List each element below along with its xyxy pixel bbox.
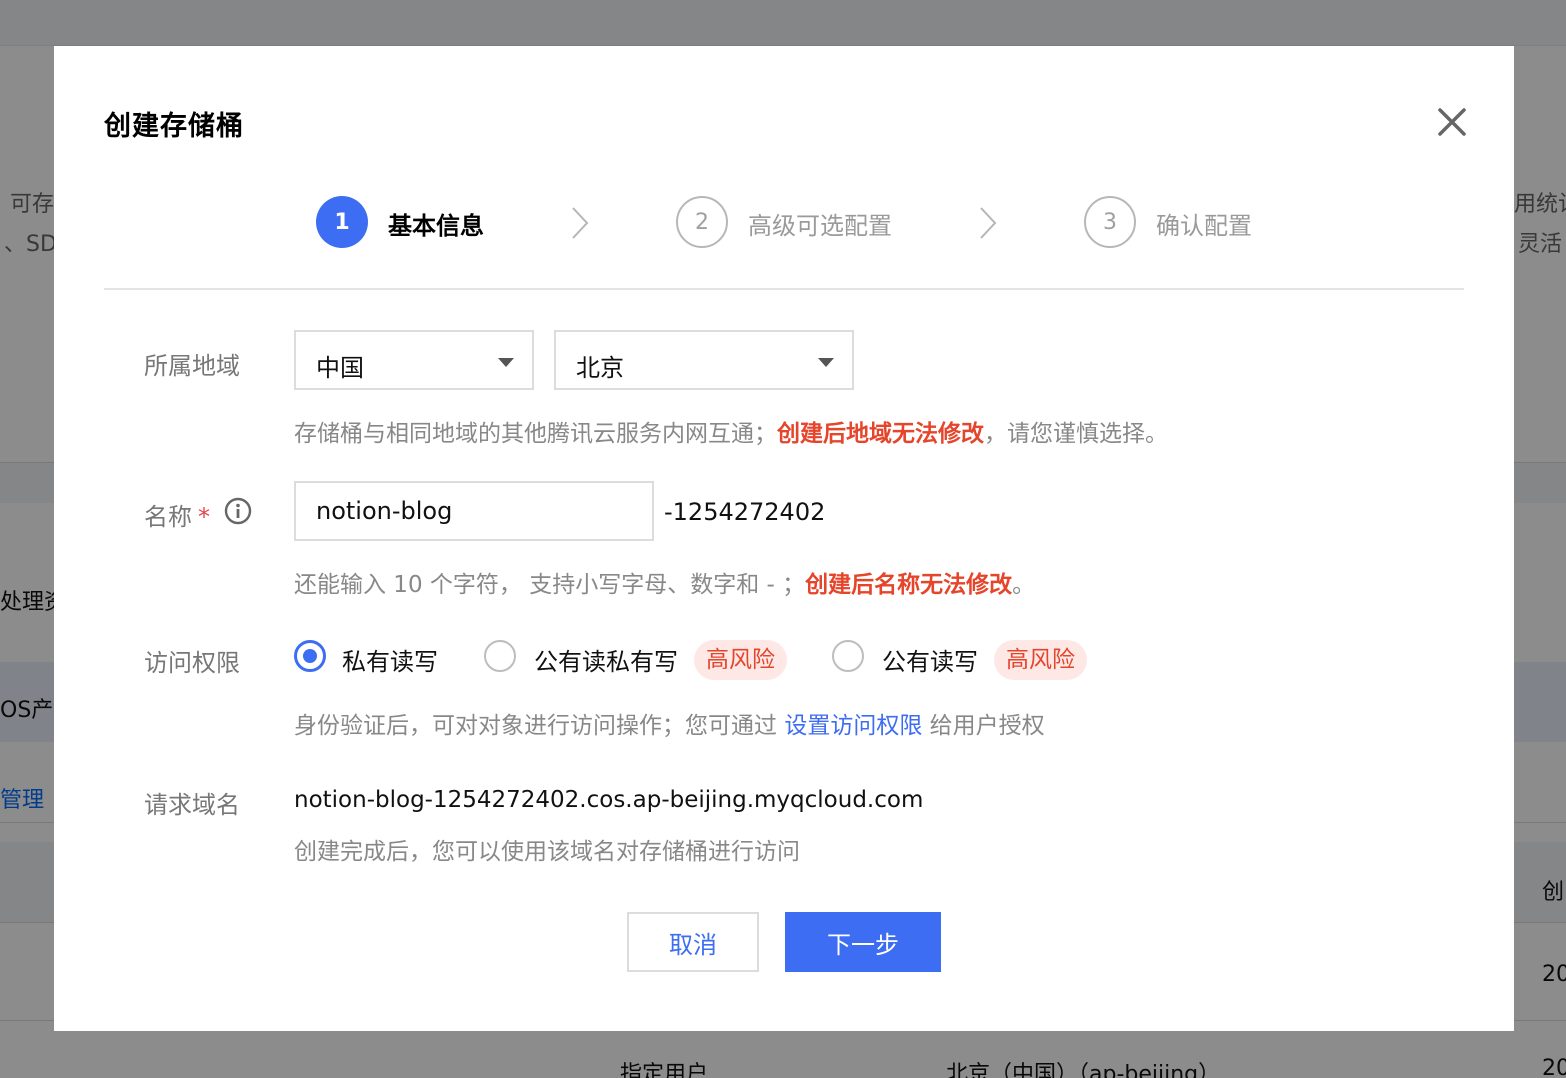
close-icon: [1438, 108, 1466, 136]
city-select-value: 北京: [576, 354, 624, 382]
step-2-number: 2: [676, 196, 728, 248]
appid-suffix: -1254272402: [664, 498, 826, 526]
risk-badge: 高风险: [694, 640, 787, 680]
required-mark: *: [198, 503, 210, 531]
step-2-label: 高级可选配置: [748, 212, 892, 240]
request-domain: notion-blog-1254272402.cos.ap-beijing.my…: [294, 787, 924, 813]
step-3-label: 确认配置: [1156, 212, 1252, 240]
set-permission-link[interactable]: 设置访问权限: [784, 713, 922, 739]
radio-label-private-read-write[interactable]: 私有读写: [342, 642, 438, 677]
chevron-right-icon: [572, 207, 589, 239]
step-3-number: 3: [1084, 196, 1136, 248]
stepper: 1 基本信息 2 高级可选配置 3 确认配置: [54, 196, 1514, 250]
chevron-right-icon: [980, 207, 997, 239]
region-label: 所属地域: [144, 352, 240, 380]
name-warning: 创建后名称无法修改: [805, 572, 1013, 598]
radio-public-read-private-write[interactable]: [484, 640, 516, 672]
caret-down-icon: [818, 358, 834, 367]
radio-label-public-read-write[interactable]: 公有读写: [882, 642, 978, 677]
radio-label-public-read-private-write[interactable]: 公有读私有写: [534, 642, 678, 677]
radio-public-read-write[interactable]: [832, 640, 864, 672]
country-select-value: 中国: [316, 354, 364, 382]
access-label: 访问权限: [144, 649, 240, 677]
next-step-button[interactable]: 下一步: [785, 912, 941, 972]
access-hint: 身份验证后，可对对象进行访问操作；您可通过 设置访问权限 给用户授权: [294, 713, 1045, 739]
bucket-name-input[interactable]: [294, 481, 654, 541]
cancel-button[interactable]: 取消: [627, 912, 759, 972]
info-icon[interactable]: [224, 497, 252, 525]
divider: [104, 288, 1464, 290]
name-hint: 还能输入 10 个字符， 支持小写字母、数字和 - ；创建后名称无法修改。: [294, 572, 1036, 598]
dialog-title: 创建存储桶: [104, 111, 244, 142]
region-hint: 存储桶与相同地域的其他腾讯云服务内网互通；创建后地域无法修改，请您谨慎选择。: [294, 421, 1168, 447]
city-select[interactable]: 北京: [554, 330, 854, 390]
close-button[interactable]: [1434, 104, 1470, 140]
step-1-number: 1: [316, 196, 368, 248]
risk-badge: 高风险: [994, 640, 1087, 680]
domain-hint: 创建完成后，您可以使用该域名对存储桶进行访问: [294, 839, 800, 865]
name-label: 名称 *: [144, 503, 210, 531]
caret-down-icon: [498, 358, 514, 367]
radio-private-read-write[interactable]: [294, 640, 326, 672]
country-select[interactable]: 中国: [294, 330, 534, 390]
domain-label: 请求域名: [144, 791, 240, 819]
region-warning: 创建后地域无法修改: [777, 421, 984, 447]
step-1-label: 基本信息: [388, 212, 484, 240]
create-bucket-dialog: 创建存储桶 1 基本信息 2 高级可选配置 3 确认配置 所属地域 中国 北京 …: [54, 46, 1514, 1031]
